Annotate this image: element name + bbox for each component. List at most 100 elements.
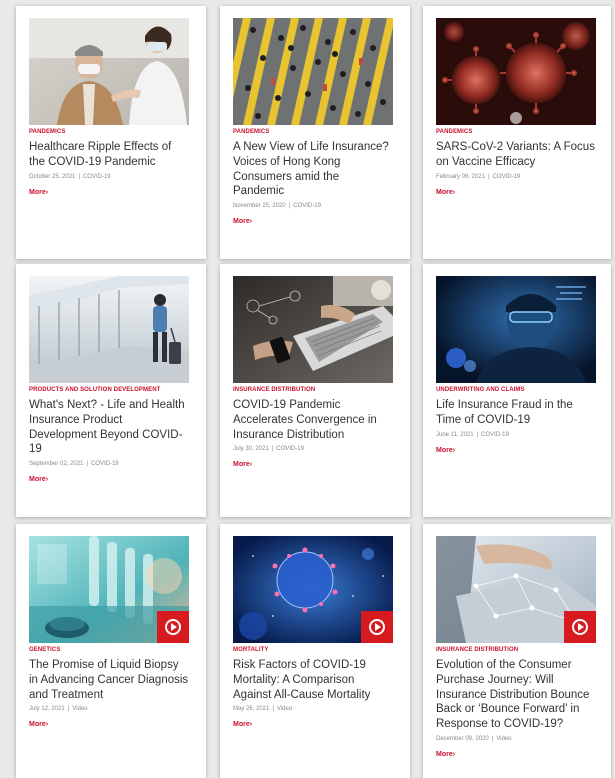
article-category[interactable]: INSURANCE DISTRIBUTION xyxy=(233,387,393,394)
more-link[interactable]: More› xyxy=(29,475,48,484)
meta-separator: | xyxy=(491,735,494,742)
article-tag: Video xyxy=(72,706,88,713)
article-card-6[interactable]: UNDERWRITING AND CLAIMS Life Insurance F… xyxy=(423,264,611,517)
article-tag: COVID-19 xyxy=(276,446,304,453)
article-card-2[interactable]: PANDEMICS A New View of Life Insurance? … xyxy=(220,6,410,259)
article-title[interactable]: Evolution of the Consumer Purchase Journ… xyxy=(436,658,596,732)
article-tag: COVID-19 xyxy=(90,461,119,468)
article-tag: COVID-19 xyxy=(481,431,509,438)
crowd-crosswalk-image xyxy=(233,18,393,125)
meta-separator: | xyxy=(67,706,70,713)
article-title[interactable]: SARS-CoV-2 Variants: A Focus on Vaccine … xyxy=(436,140,596,170)
article-card-1[interactable]: PANDEMICS Healthcare Ripple Effects of t… xyxy=(16,6,206,259)
article-tag: Video xyxy=(276,706,293,713)
article-thumbnail-blue-man[interactable] xyxy=(436,276,596,383)
more-label: More xyxy=(29,721,46,729)
article-meta: July 30, 2021 | COVID-19 xyxy=(233,445,393,453)
meta-separator: | xyxy=(476,431,479,438)
more-link[interactable]: More› xyxy=(233,460,252,469)
article-date: July 30, 2021 xyxy=(233,446,269,453)
article-title[interactable]: A New View of Life Insurance? Voices of … xyxy=(233,140,393,199)
doctor-patient-image xyxy=(29,18,189,125)
article-title[interactable]: Healthcare Ripple Effects of the COVID-1… xyxy=(29,140,189,170)
article-category[interactable]: PANDEMICS xyxy=(436,129,596,136)
article-title[interactable]: Life Insurance Fraud in the Time of COVI… xyxy=(436,398,596,428)
more-label: More xyxy=(233,461,250,469)
traveler-airport-image xyxy=(29,276,189,383)
more-label: More xyxy=(436,446,453,454)
article-card-8[interactable]: MORTALITY Risk Factors of COVID-19 Morta… xyxy=(220,524,410,778)
play-icon xyxy=(572,619,588,635)
more-label: More xyxy=(436,188,453,196)
article-date: October 25, 2021 xyxy=(29,173,76,180)
more-link[interactable]: More› xyxy=(233,720,252,729)
video-play-button[interactable] xyxy=(564,611,596,643)
play-icon xyxy=(369,619,385,635)
article-category[interactable]: PANDEMICS xyxy=(233,129,393,136)
article-thumbnail-network[interactable] xyxy=(436,536,596,643)
more-link[interactable]: More› xyxy=(436,188,455,197)
article-tag: COVID-19 xyxy=(82,173,111,180)
chevron-right-icon: › xyxy=(452,446,456,454)
article-meta: July 12, 2021 | Video xyxy=(29,705,189,713)
more-label: More xyxy=(233,218,250,226)
article-category[interactable]: GENETICS xyxy=(29,647,189,654)
article-title[interactable]: COVID-19 Pandemic Accelerates Convergenc… xyxy=(233,398,393,442)
article-category[interactable]: MORTALITY xyxy=(233,647,393,654)
chevron-right-icon: › xyxy=(45,721,49,729)
article-card-4[interactable]: PRODUCTS AND SOLUTION DEVELOPMENT What's… xyxy=(16,264,206,517)
more-link[interactable]: More› xyxy=(29,188,48,197)
meta-separator: | xyxy=(288,203,291,210)
more-link[interactable]: More› xyxy=(233,217,252,226)
chevron-right-icon: › xyxy=(45,476,49,484)
chevron-right-icon: › xyxy=(249,721,253,729)
more-link[interactable]: More› xyxy=(436,446,455,455)
article-card-3[interactable]: PANDEMICS SARS-CoV-2 Variants: A Focus o… xyxy=(423,6,611,259)
article-meta: October 25, 2021 | COVID-19 xyxy=(29,173,189,181)
chevron-right-icon: › xyxy=(452,188,456,196)
article-date: November 25, 2020 xyxy=(233,203,286,210)
laptop-phone-image xyxy=(233,276,393,383)
article-tag: COVID-19 xyxy=(492,173,521,180)
article-tag: COVID-19 xyxy=(293,203,321,210)
meta-separator: | xyxy=(78,173,80,180)
article-title[interactable]: Risk Factors of COVID-19 Mortality: A Co… xyxy=(233,658,393,702)
article-date: February 09, 2021 xyxy=(436,173,486,180)
article-thumbnail-doctor-patient[interactable] xyxy=(29,18,189,125)
article-title[interactable]: What's Next? - Life and Health Insurance… xyxy=(29,398,189,457)
more-link[interactable]: More› xyxy=(29,720,48,729)
more-label: More xyxy=(436,750,453,758)
page: { "articles": [ { "category": "PANDEMICS… xyxy=(0,0,615,778)
article-date: July 12, 2021 xyxy=(29,706,65,713)
article-category[interactable]: UNDERWRITING AND CLAIMS xyxy=(436,387,596,394)
chevron-right-icon: › xyxy=(452,750,456,758)
chevron-right-icon: › xyxy=(249,218,253,226)
play-icon xyxy=(165,619,181,635)
article-thumbnail-laptop[interactable] xyxy=(233,276,393,383)
video-play-button[interactable] xyxy=(157,611,189,643)
article-meta: May 26, 2021 | Video xyxy=(233,705,393,713)
article-thumbnail-traveler[interactable] xyxy=(29,276,189,383)
article-thumbnail-crowd[interactable] xyxy=(233,18,393,125)
article-category[interactable]: PRODUCTS AND SOLUTION DEVELOPMENT xyxy=(29,387,189,394)
article-date: June 11, 2021 xyxy=(436,431,474,438)
article-title[interactable]: The Promise of Liquid Biopsy in Advancin… xyxy=(29,658,189,702)
article-card-5[interactable]: INSURANCE DISTRIBUTION COVID-19 Pandemic… xyxy=(220,264,410,517)
more-label: More xyxy=(29,188,46,196)
article-thumbnail-lab[interactable] xyxy=(29,536,189,643)
article-meta: September 02, 2021 | COVID-19 xyxy=(29,460,189,468)
article-category[interactable]: INSURANCE DISTRIBUTION xyxy=(436,647,596,654)
article-date: May 26, 2021 xyxy=(233,706,270,713)
chevron-right-icon: › xyxy=(249,461,253,469)
more-link[interactable]: More› xyxy=(436,750,455,759)
article-card-9[interactable]: INSURANCE DISTRIBUTION Evolution of the … xyxy=(423,524,611,778)
article-meta: February 09, 2021 | COVID-19 xyxy=(436,173,596,181)
article-card-7[interactable]: GENETICS The Promise of Liquid Biopsy in… xyxy=(16,524,206,778)
meta-separator: | xyxy=(488,173,490,180)
meta-separator: | xyxy=(271,446,274,453)
article-thumbnail-blue-virus[interactable] xyxy=(233,536,393,643)
video-play-button[interactable] xyxy=(361,611,393,643)
article-category[interactable]: PANDEMICS xyxy=(29,129,189,136)
article-thumbnail-virus[interactable] xyxy=(436,18,596,125)
article-date: December 09, 2020 xyxy=(436,735,489,742)
